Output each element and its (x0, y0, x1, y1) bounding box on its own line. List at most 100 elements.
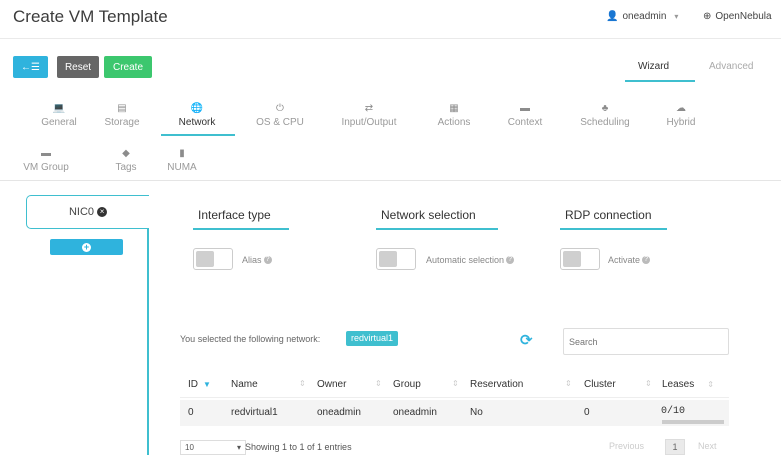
sort-icon: ⇕ (375, 379, 382, 388)
column-header-reservation-sort: ⇕ (452, 379, 459, 388)
sort-icon: ⇕ (707, 380, 714, 389)
page-number-button[interactable]: 1 (665, 439, 685, 455)
cell-group: oneadmin (393, 407, 437, 418)
cell-reservation: No (470, 407, 483, 418)
tab-numa[interactable]: ▮ NUMA (147, 147, 217, 173)
column-header-group-sort: ⇕ (375, 379, 382, 388)
globe-icon: ⊕ (703, 11, 712, 22)
automatic-selection-label: Automatic selection ? (426, 255, 515, 265)
help-icon[interactable]: ? (263, 256, 272, 264)
exchange-icon: ⇄ (364, 103, 374, 114)
nic-tab-label: NIC0 (68, 206, 95, 218)
selected-network-badge: redvirtual1 (346, 331, 399, 346)
toggle-knob (379, 251, 397, 267)
power-icon: ⏻ (276, 103, 284, 114)
tab-context[interactable]: ▬ Context (490, 102, 560, 128)
sort-icon: ⇕ (645, 379, 652, 388)
column-header-owner-sort: ⇕ (299, 379, 306, 388)
toggle-knob (563, 251, 581, 267)
network-selection-heading: Network selection (381, 208, 476, 222)
activate-toggle[interactable] (560, 248, 600, 270)
sort-icon: ⇕ (452, 379, 459, 388)
back-list-icon: ←☰ (21, 61, 40, 73)
column-header-owner[interactable]: Owner (317, 379, 346, 390)
globe-icon: 🌐 (190, 103, 204, 114)
sort-desc-icon: ▼ (203, 380, 211, 389)
interface-type-heading: Interface type (198, 208, 271, 222)
folder-icon: ▬ (41, 148, 51, 159)
column-header-id[interactable]: ID ▼ (188, 379, 211, 390)
tab-vm-group[interactable]: ▬ VM Group (11, 147, 81, 173)
tab-actions[interactable]: ▦ Actions (419, 102, 489, 128)
sort-icon: ⇕ (565, 379, 572, 388)
zone-menu[interactable]: ⊕ OpenNebula (703, 11, 772, 22)
cell-id: 0 (188, 407, 194, 418)
cell-leases: 0/10 (661, 406, 686, 417)
column-header-leases-sort: ⇕ (645, 379, 652, 388)
tab-general[interactable]: 💻 General (24, 102, 94, 128)
previous-page-button[interactable]: Previous (609, 441, 644, 451)
rdp-connection-underline (560, 228, 667, 230)
header-divider (0, 38, 781, 39)
cell-cluster: 0 (584, 407, 590, 418)
column-header-cluster-sort: ⇕ (565, 379, 572, 388)
page-length-select[interactable]: 10 ▾ (180, 440, 246, 455)
activate-label: Activate ? (608, 255, 651, 265)
tab-os-cpu[interactable]: ⏻ OS & CPU (245, 102, 315, 128)
tab-wizard[interactable]: Wizard (638, 61, 669, 72)
next-page-button[interactable]: Next (698, 441, 717, 451)
column-header-name[interactable]: Name (231, 379, 258, 390)
wizard-tab-underline (625, 80, 695, 82)
plus-icon: + (82, 241, 91, 252)
tab-network[interactable]: 🌐 Network (162, 102, 232, 128)
hdd-icon: ▤ (117, 103, 127, 114)
user-icon: 👤 (606, 11, 619, 22)
table-info: Showing 1 to 1 of 1 entries (245, 442, 352, 452)
user-menu[interactable]: 👤 oneadmin ▾ (606, 11, 678, 22)
sort-icon: ⇕ (299, 379, 306, 388)
toggle-knob (196, 251, 214, 267)
tab-storage[interactable]: ▤ Storage (87, 102, 157, 128)
interface-type-underline (193, 228, 289, 230)
active-tab-underline (161, 134, 235, 136)
user-name: oneadmin (622, 11, 667, 22)
close-icon[interactable]: × (97, 207, 108, 217)
selected-network-text: You selected the following network: (180, 334, 321, 344)
page-title: Create VM Template (13, 7, 168, 26)
search-input[interactable] (563, 328, 729, 355)
nic-panel-border (147, 217, 149, 455)
add-nic-button[interactable]: + (50, 239, 123, 255)
chevron-down-icon: ▾ (236, 443, 241, 452)
create-button[interactable]: Create (104, 56, 152, 78)
rdp-connection-heading: RDP connection (565, 208, 652, 222)
column-header-group[interactable]: Group (393, 379, 421, 390)
alias-label: Alias ? (242, 255, 272, 265)
nic-tab[interactable]: NIC0 × (26, 195, 149, 229)
leases-progress-bar (662, 420, 724, 424)
tab-input-output[interactable]: ⇄ Input/Output (334, 102, 404, 128)
chevron-down-icon: ▾ (674, 12, 679, 21)
microchip-icon: ▮ (179, 148, 185, 159)
cloud-icon: ☁ (676, 103, 686, 114)
column-header-cluster[interactable]: Cluster (584, 379, 616, 390)
column-header-leases[interactable]: Leases ⇕ (662, 379, 714, 390)
cell-owner: oneadmin (317, 407, 361, 418)
back-button[interactable]: ←☰ (13, 56, 48, 78)
zone-name: OpenNebula (715, 11, 772, 22)
cell-name: redvirtual1 (231, 407, 278, 418)
help-icon[interactable]: ? (506, 256, 515, 264)
column-header-reservation[interactable]: Reservation (470, 379, 523, 390)
laptop-icon: 💻 (52, 103, 66, 114)
refresh-icon[interactable]: ⟳ (520, 331, 533, 349)
tabs-divider (0, 180, 781, 181)
reset-button[interactable]: Reset (57, 56, 99, 78)
tab-hybrid[interactable]: ☁ Hybrid (646, 102, 716, 128)
automatic-selection-toggle[interactable] (376, 248, 416, 270)
tab-advanced[interactable]: Advanced (709, 61, 753, 72)
help-icon[interactable]: ? (642, 256, 651, 264)
tab-scheduling[interactable]: ♣ Scheduling (570, 102, 640, 128)
sitemap-icon: ♣ (601, 103, 609, 114)
calendar-icon: ▦ (449, 103, 459, 114)
alias-toggle[interactable] (193, 248, 233, 270)
network-selection-underline (376, 228, 498, 230)
